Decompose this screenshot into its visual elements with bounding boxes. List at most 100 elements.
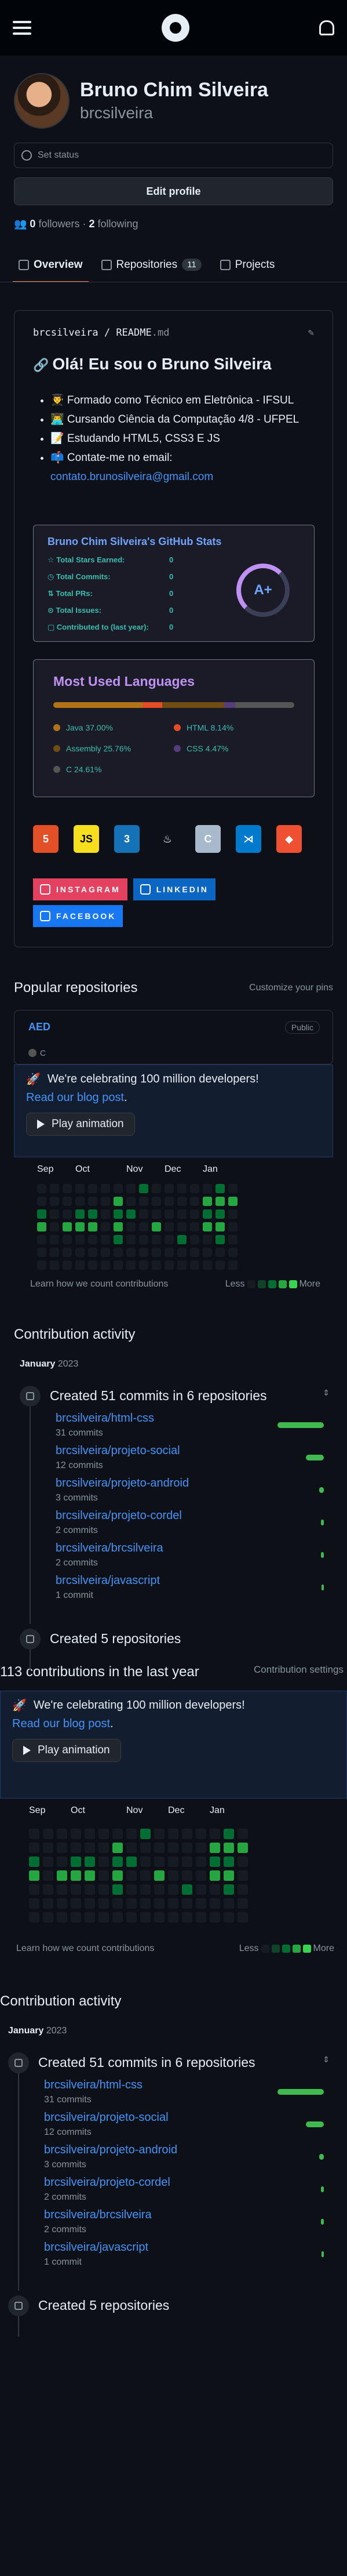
contribution-cell[interactable]: [29, 1870, 39, 1881]
contribution-cell[interactable]: [126, 1884, 137, 1895]
contribution-cell[interactable]: [88, 1184, 97, 1193]
top-languages-card[interactable]: Most Used Languages Java 37.00% HTML 8.14…: [33, 659, 315, 797]
contribution-cell[interactable]: [215, 1209, 225, 1219]
contribution-cell[interactable]: [203, 1222, 212, 1231]
contribution-cell[interactable]: [228, 1222, 238, 1231]
play-animation-button[interactable]: Play animation: [12, 1739, 121, 1762]
contribution-cell[interactable]: [85, 1912, 95, 1923]
contribution-cell[interactable]: [228, 1235, 238, 1244]
contribution-cell[interactable]: [165, 1184, 174, 1193]
contribution-cell[interactable]: [140, 1856, 151, 1867]
contribution-cell[interactable]: [196, 1856, 206, 1867]
contribution-cell[interactable]: [98, 1884, 109, 1895]
contribution-cell[interactable]: [238, 1870, 248, 1881]
contribution-cell[interactable]: [196, 1829, 206, 1839]
instagram-badge[interactable]: INSTAGRAM: [33, 878, 127, 900]
contribution-cell[interactable]: [85, 1898, 95, 1909]
contribution-cell[interactable]: [88, 1235, 97, 1244]
contribution-cell[interactable]: [165, 1209, 174, 1219]
contribution-cell[interactable]: [203, 1197, 212, 1206]
github-logo-icon[interactable]: [161, 14, 189, 42]
contribution-cell[interactable]: [101, 1235, 110, 1244]
contribution-cell[interactable]: [114, 1222, 123, 1231]
contribution-cell[interactable]: [114, 1248, 123, 1257]
contribution-cell[interactable]: [126, 1184, 136, 1193]
contribution-cell[interactable]: [152, 1197, 161, 1206]
contribution-cell[interactable]: [196, 1912, 206, 1923]
contribution-cell[interactable]: [50, 1209, 59, 1219]
contribution-cell[interactable]: [177, 1184, 187, 1193]
contribution-cell[interactable]: [203, 1209, 212, 1219]
contribution-cell[interactable]: [126, 1235, 136, 1244]
contribution-cell[interactable]: [152, 1260, 161, 1270]
contribution-cell[interactable]: [114, 1184, 123, 1193]
contribution-cell[interactable]: [177, 1197, 187, 1206]
contribution-cell[interactable]: [228, 1184, 238, 1193]
contribution-cell[interactable]: [57, 1843, 67, 1853]
contribution-cell[interactable]: [210, 1856, 220, 1867]
contribution-cell[interactable]: [177, 1260, 187, 1270]
contribution-cell[interactable]: [139, 1260, 148, 1270]
contribution-cell[interactable]: [203, 1235, 212, 1244]
contribution-cell[interactable]: [98, 1870, 109, 1881]
contribution-cell[interactable]: [75, 1209, 85, 1219]
contribution-cell[interactable]: [114, 1235, 123, 1244]
contribution-cell[interactable]: [177, 1235, 187, 1244]
contribution-cell[interactable]: [177, 1222, 187, 1231]
contribution-cell[interactable]: [140, 1829, 151, 1839]
contribution-cell[interactable]: [101, 1209, 110, 1219]
contribution-cell[interactable]: [114, 1197, 123, 1206]
contribution-cell[interactable]: [190, 1197, 199, 1206]
contribution-cell[interactable]: [139, 1184, 148, 1193]
contribution-cell[interactable]: [196, 1884, 206, 1895]
repo-link[interactable]: brcsilveira/brcsilveira: [56, 1542, 163, 1554]
contribution-cell[interactable]: [29, 1898, 39, 1909]
contribution-cell[interactable]: [168, 1829, 178, 1839]
contribution-cell[interactable]: [152, 1184, 161, 1193]
contribution-cell[interactable]: [224, 1856, 234, 1867]
contribution-cell[interactable]: [165, 1197, 174, 1206]
contribution-cell[interactable]: [190, 1248, 199, 1257]
contribution-cell[interactable]: [165, 1222, 174, 1231]
set-status-button[interactable]: Set status: [14, 143, 333, 168]
contribution-cell[interactable]: [98, 1856, 109, 1867]
contribution-cell[interactable]: [154, 1843, 165, 1853]
contribution-cell[interactable]: [88, 1260, 97, 1270]
repo-link[interactable]: brcsilveira/projeto-android: [56, 1477, 189, 1489]
contribution-cell[interactable]: [228, 1197, 238, 1206]
contribution-cell[interactable]: [238, 1829, 248, 1839]
repo-link[interactable]: brcsilveira/brcsilveira: [44, 2208, 152, 2221]
contribution-cell[interactable]: [210, 1870, 220, 1881]
contribution-cell[interactable]: [139, 1248, 148, 1257]
contribution-cell[interactable]: [29, 1912, 39, 1923]
contribution-cell[interactable]: [224, 1898, 234, 1909]
contribution-cell[interactable]: [112, 1856, 123, 1867]
contribution-cell[interactable]: [210, 1884, 220, 1895]
contribution-cell[interactable]: [126, 1856, 137, 1867]
contribution-cell[interactable]: [168, 1856, 178, 1867]
contribution-cell[interactable]: [63, 1235, 72, 1244]
tab-repositories[interactable]: Repositories 11: [101, 248, 202, 282]
contribution-cell[interactable]: [168, 1884, 178, 1895]
contribution-cell[interactable]: [168, 1898, 178, 1909]
contribution-cell[interactable]: [152, 1235, 161, 1244]
contribution-cell[interactable]: [165, 1235, 174, 1244]
contribution-cell[interactable]: [88, 1209, 97, 1219]
contribution-cell[interactable]: [238, 1912, 248, 1923]
contribution-cell[interactable]: [57, 1898, 67, 1909]
contribution-cell[interactable]: [50, 1260, 59, 1270]
contribution-cell[interactable]: [57, 1856, 67, 1867]
contribution-cell[interactable]: [43, 1884, 53, 1895]
contribution-cell[interactable]: [85, 1884, 95, 1895]
contribution-cell[interactable]: [215, 1248, 225, 1257]
contribution-cell[interactable]: [215, 1197, 225, 1206]
linkedin-badge[interactable]: LINKEDIN: [133, 878, 215, 900]
contribution-cell[interactable]: [224, 1870, 234, 1881]
contribution-cell[interactable]: [177, 1209, 187, 1219]
contribution-cell[interactable]: [50, 1197, 59, 1206]
contribution-cell[interactable]: [85, 1829, 95, 1839]
contribution-cell[interactable]: [238, 1898, 248, 1909]
contribution-cell[interactable]: [63, 1260, 72, 1270]
contribution-cell[interactable]: [101, 1248, 110, 1257]
tab-projects[interactable]: Projects: [220, 248, 275, 282]
